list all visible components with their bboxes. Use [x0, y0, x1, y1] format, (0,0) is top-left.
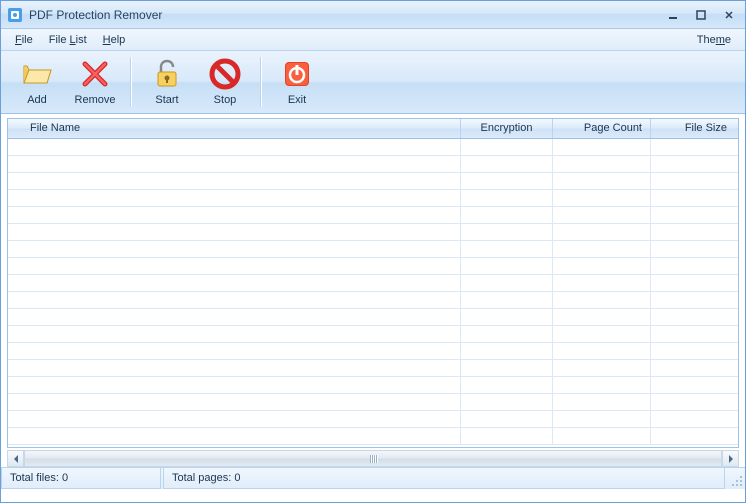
table-row — [8, 275, 738, 292]
menu-theme[interactable]: Theme — [689, 32, 739, 48]
column-header-filesize[interactable]: File Size — [651, 119, 735, 138]
start-button[interactable]: Start — [138, 55, 196, 109]
stop-button[interactable]: Stop — [196, 55, 254, 109]
scroll-right-button[interactable] — [722, 451, 738, 466]
exit-label: Exit — [288, 94, 306, 106]
remove-button[interactable]: Remove — [66, 55, 124, 109]
table-row — [8, 428, 738, 445]
table-row — [8, 207, 738, 224]
stop-label: Stop — [214, 94, 237, 106]
table-row — [8, 241, 738, 258]
statusbar: Total files: 0 Total pages: 0 — [1, 467, 745, 489]
table-row — [8, 156, 738, 173]
horizontal-scrollbar[interactable] — [7, 450, 739, 467]
table-row — [8, 190, 738, 207]
status-total-pages: Total pages: 0 — [163, 468, 725, 489]
toolbar: Add Remove Start Stop Exit — [1, 51, 745, 114]
table-row — [8, 309, 738, 326]
menubar: File File List Help Theme — [1, 29, 745, 51]
remove-label: Remove — [75, 94, 116, 106]
minimize-button[interactable] — [663, 7, 683, 23]
window-title: PDF Protection Remover — [29, 8, 663, 22]
column-header-filename[interactable]: File Name — [8, 119, 461, 138]
table-row — [8, 360, 738, 377]
folder-open-icon — [21, 58, 53, 90]
table-row — [8, 139, 738, 156]
column-header-encryption[interactable]: Encryption — [461, 119, 553, 138]
table-row — [8, 377, 738, 394]
stop-icon — [209, 58, 241, 90]
titlebar: PDF Protection Remover — [1, 1, 745, 29]
unlock-icon — [151, 58, 183, 90]
power-icon — [281, 58, 313, 90]
table-body[interactable] — [8, 139, 738, 447]
resize-grip[interactable] — [727, 468, 745, 489]
table-row — [8, 292, 738, 309]
maximize-button[interactable] — [691, 7, 711, 23]
table-row — [8, 394, 738, 411]
table-row — [8, 224, 738, 241]
toolbar-separator — [260, 57, 262, 107]
menu-file-list[interactable]: File List — [41, 32, 95, 48]
menu-file[interactable]: File — [7, 32, 41, 48]
menu-help[interactable]: Help — [95, 32, 134, 48]
table-row — [8, 411, 738, 428]
add-label: Add — [27, 94, 47, 106]
add-button[interactable]: Add — [8, 55, 66, 109]
close-button[interactable] — [719, 7, 739, 23]
table-row — [8, 326, 738, 343]
scroll-left-button[interactable] — [8, 451, 24, 466]
exit-button[interactable]: Exit — [268, 55, 326, 109]
table-row — [8, 258, 738, 275]
table-row — [8, 173, 738, 190]
table-header: File Name Encryption Page Count File Siz… — [8, 119, 738, 139]
scroll-track[interactable] — [24, 451, 722, 466]
window-controls — [663, 7, 739, 23]
toolbar-separator — [130, 57, 132, 107]
x-icon — [79, 58, 111, 90]
scroll-thumb[interactable] — [24, 451, 722, 466]
content-area: File Name Encryption Page Count File Siz… — [1, 114, 745, 467]
file-table: File Name Encryption Page Count File Siz… — [7, 118, 739, 448]
table-row — [8, 343, 738, 360]
start-label: Start — [155, 94, 178, 106]
app-icon — [7, 7, 23, 23]
status-total-files: Total files: 0 — [1, 468, 161, 489]
column-header-pagecount[interactable]: Page Count — [553, 119, 651, 138]
